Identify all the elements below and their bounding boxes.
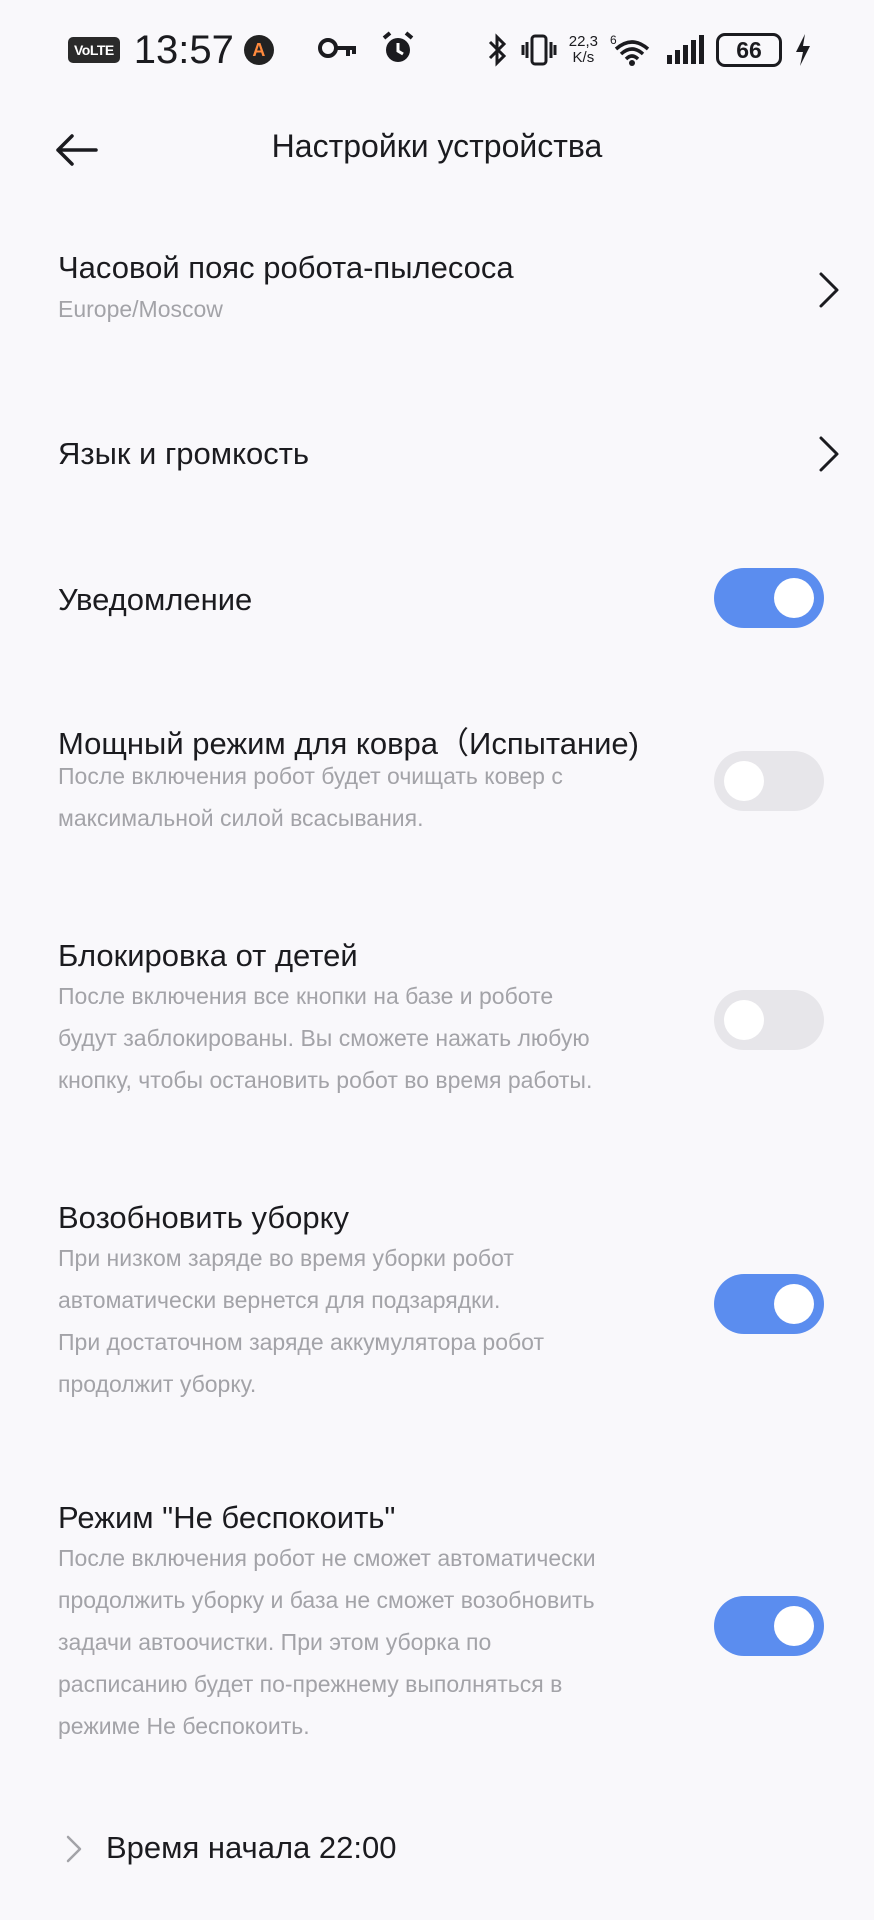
bluetooth-icon — [488, 33, 506, 67]
network-speed-value: 22,3 — [568, 33, 598, 50]
chevron-right-icon — [819, 436, 839, 472]
setting-child-lock-description: После включения все кнопки на базе и роб… — [58, 975, 678, 1101]
setting-dnd-desc-line: режиме Не беспокоить. — [58, 1713, 310, 1739]
key-icon — [318, 38, 356, 58]
setting-child-lock-desc-line: будут заблокированы. Вы сможете нажать л… — [58, 1025, 590, 1051]
setting-dnd-desc-line: После включения робот не сможет автомати… — [58, 1545, 596, 1571]
chevron-right-icon — [819, 272, 839, 308]
setting-resume-cleaning: Возобновить уборку При низком заряде во … — [0, 1182, 874, 1422]
setting-notification: Уведомление — [0, 540, 874, 660]
dnd-start-time[interactable]: Время начала 22:00 — [0, 1810, 874, 1900]
setting-do-not-disturb: Режим "Не беспокоить" После включения ро… — [0, 1482, 874, 1762]
network-speed: 22,3 K/s — [569, 34, 598, 66]
setting-notification-title: Уведомление — [58, 582, 253, 617]
setting-resume-desc-line: автоматически вернется для подзарядки. — [58, 1287, 501, 1313]
chevron-right-icon — [66, 1835, 82, 1863]
setting-child-lock-desc-line: кнопку, чтобы остановить робот во время … — [58, 1067, 593, 1093]
setting-language-volume[interactable]: Язык и громкость — [0, 400, 874, 510]
status-bar: VoLTE 13:57 A 22,3 K/s 6 66 — [0, 0, 874, 100]
charging-icon — [796, 34, 810, 66]
setting-carpet-power: Мощный режим для ковра（Испытание) После … — [0, 700, 874, 880]
setting-carpet-desc-line: После включения робот будет очищать кове… — [58, 763, 563, 789]
setting-resume-desc-line: При достаточном заряде аккумулятора робо… — [58, 1329, 544, 1355]
resume-cleaning-toggle[interactable] — [714, 1274, 824, 1334]
setting-carpet-description: После включения робот будет очищать кове… — [58, 755, 678, 839]
status-time: 13:57 — [133, 27, 234, 72]
setting-timezone-value: Europe/Moscow — [58, 296, 223, 322]
page-title: Настройки устройства — [271, 128, 603, 164]
setting-resume-title: Возобновить уборку — [58, 1200, 350, 1235]
network-speed-unit: K/s — [572, 49, 595, 66]
carpet-mode-toggle[interactable] — [714, 751, 824, 811]
setting-carpet-desc-line: максимальной силой всасывания. — [58, 805, 424, 831]
setting-timezone[interactable]: Часовой пояс робота-пылесоса Europe/Mosc… — [0, 200, 874, 360]
volte-badge: VoLTE — [68, 37, 120, 63]
dnd-start-time-label: Время начала 22:00 — [106, 1830, 397, 1865]
setting-child-lock-desc-line: После включения все кнопки на базе и роб… — [58, 983, 554, 1009]
setting-dnd-desc-line: расписанию будет по-прежнему выполняться… — [58, 1671, 563, 1697]
dnd-toggle[interactable] — [714, 1596, 824, 1656]
notification-toggle[interactable] — [714, 568, 824, 628]
setting-dnd-description: После включения робот не сможет автомати… — [58, 1537, 678, 1747]
setting-dnd-desc-line: продолжить уборку и база не сможет возоб… — [58, 1587, 595, 1613]
toggle-knob — [774, 1284, 814, 1324]
setting-child-lock: Блокировка от детей После включения все … — [0, 920, 874, 1120]
signal-icon — [667, 35, 704, 64]
toggle-knob — [724, 1000, 764, 1040]
toggle-knob — [774, 1606, 814, 1646]
toggle-knob — [774, 578, 814, 618]
setting-resume-desc-line: продолжит уборку. — [58, 1371, 257, 1397]
wifi-icon: 6 — [610, 33, 650, 66]
svg-text:6: 6 — [610, 33, 617, 47]
setting-language-title: Язык и громкость — [58, 436, 310, 471]
toggle-knob — [724, 761, 764, 801]
setting-resume-desc-line: При низком заряде во время уборки робот — [58, 1245, 514, 1271]
app-notification-icon: A — [243, 35, 274, 65]
top-app-bar: Настройки устройства — [0, 100, 874, 200]
vibrate-icon — [521, 34, 557, 66]
alarm-icon — [382, 31, 414, 62]
battery-indicator: 66 — [716, 33, 782, 67]
setting-timezone-title: Часовой пояс робота-пылесоса — [58, 250, 514, 285]
setting-dnd-desc-line: задачи автоочистки. При этом уборка по — [58, 1629, 492, 1655]
setting-child-lock-title: Блокировка от детей — [58, 938, 358, 973]
child-lock-toggle[interactable] — [714, 990, 824, 1050]
setting-dnd-title: Режим "Не беспокоить" — [58, 1500, 396, 1535]
setting-resume-description: При низком заряде во время уборки робот … — [58, 1237, 678, 1405]
